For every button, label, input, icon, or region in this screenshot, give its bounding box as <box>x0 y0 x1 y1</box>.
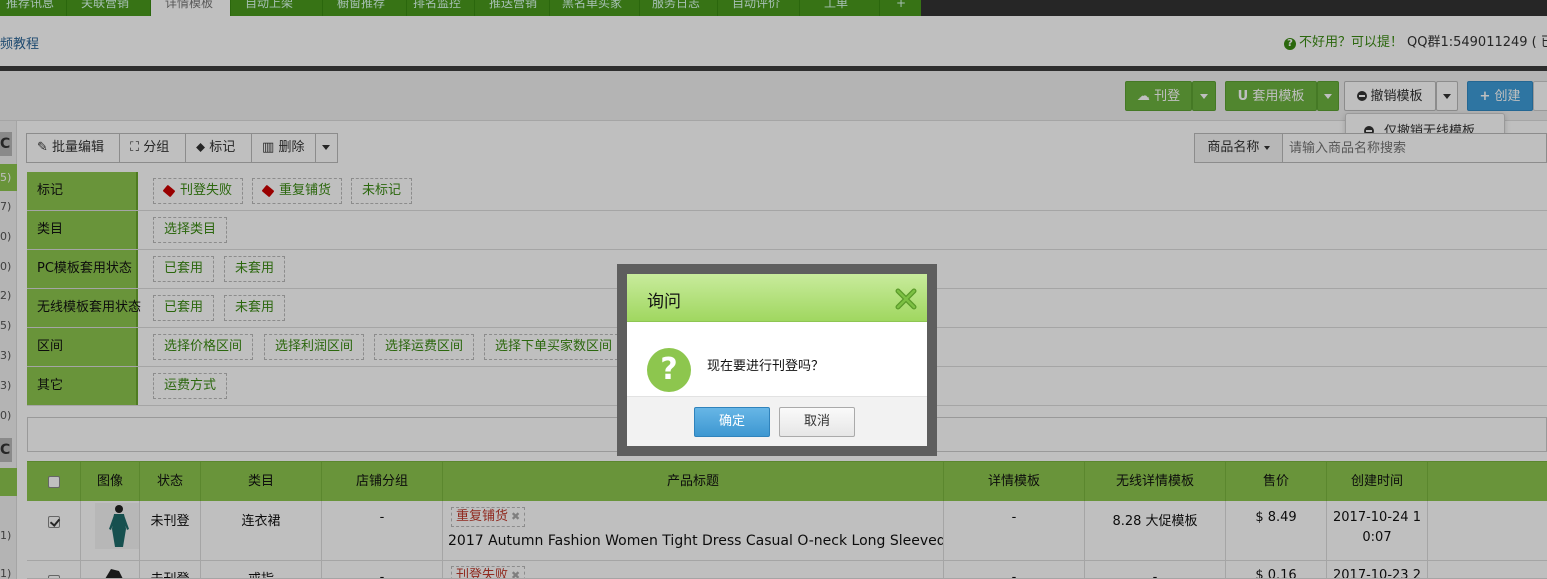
cancel-button[interactable]: 取消 <box>779 407 855 437</box>
dialog-message: 现在要进行刊登吗？ <box>707 359 825 374</box>
close-icon[interactable] <box>895 288 917 310</box>
confirm-button[interactable]: 确定 <box>694 407 770 437</box>
dialog-body: ? 现在要进行刊登吗？ <box>627 322 927 396</box>
dialog-header: 询问 <box>627 274 927 322</box>
dialog-title: 询问 <box>647 292 681 312</box>
confirm-dialog: 询问 ? 现在要进行刊登吗？ 确定 取消 <box>627 274 927 446</box>
dialog-footer: 确定 取消 <box>627 396 927 446</box>
question-icon: ? <box>647 348 691 392</box>
